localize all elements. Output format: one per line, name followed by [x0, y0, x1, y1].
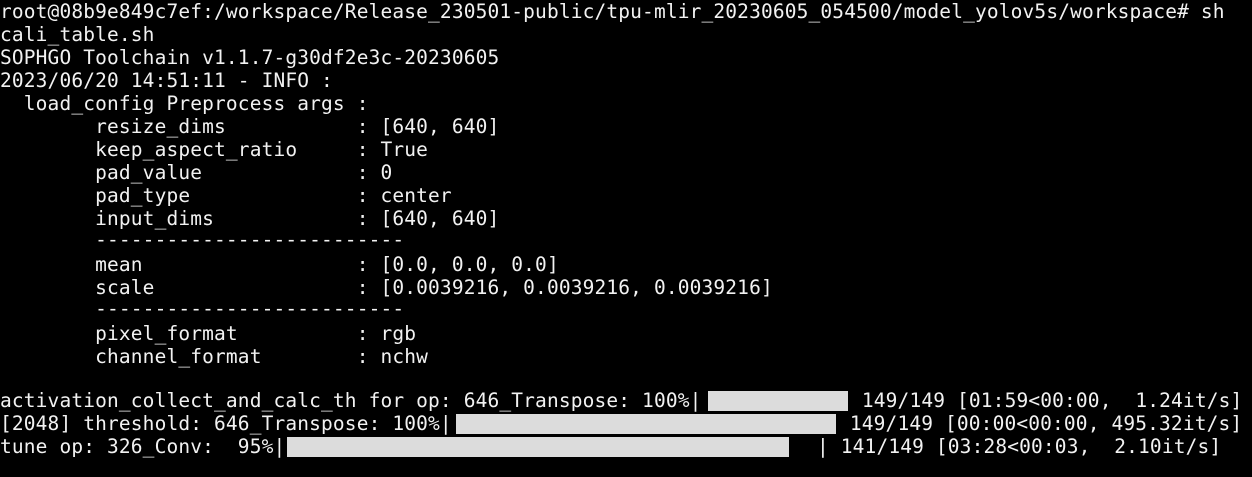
progress-label: activation_collect_and_calc_th for op: 6…: [0, 389, 702, 412]
progress-line: tune op: 326_Conv: 95%|: [0, 435, 285, 458]
arg-value: 0: [380, 161, 393, 184]
progress-count: 149/149: [850, 389, 946, 412]
separator-line: --------------------------: [0, 297, 405, 320]
arg-line-input-dims: input_dims : [640, 640]: [0, 207, 499, 230]
arg-key: keep_aspect_ratio :: [0, 138, 381, 161]
progress-bar-fill: [287, 437, 789, 457]
arg-line-pad-type: pad_type : center: [0, 184, 452, 207]
prompt-line: root@08b9e849c7ef:/workspace/Release_230…: [0, 0, 1225, 23]
command-continuation: cali_table.sh: [0, 23, 155, 46]
toolchain-version: SOPHGO Toolchain v1.1.7-g30df2e3c-202306…: [0, 46, 500, 69]
arg-key: channel_format :: [0, 345, 381, 368]
arg-line-pad-value: pad_value : 0: [0, 161, 392, 184]
arg-key: scale :: [0, 276, 381, 299]
arg-line-keep-aspect-ratio: keep_aspect_ratio : True: [0, 138, 428, 161]
arg-key: input_dims :: [0, 207, 381, 230]
arg-line-mean: mean : [0.0, 0.0, 0.0]: [0, 253, 559, 276]
arg-value: [640, 640]: [380, 115, 500, 138]
progress-timing: [03:28<00:03, 2.10it/s]: [924, 435, 1222, 458]
progress-line: activation_collect_and_calc_th for op: 6…: [0, 389, 702, 412]
progress-stats: | 141/149 [03:28<00:03, 2.10it/s]: [817, 435, 1221, 458]
arg-key: mean :: [0, 253, 381, 276]
arg-line-resize-dims: resize_dims : [640, 640]: [0, 115, 499, 138]
log-header: 2023/06/20 14:51:11 - INFO :: [0, 69, 333, 92]
progress-timing: [01:59<00:00, 1.24it/s]: [945, 389, 1243, 412]
arg-key: pad_type :: [0, 184, 381, 207]
arg-value: rgb: [380, 322, 417, 345]
arg-line-pixel-format: pixel_format : rgb: [0, 322, 416, 345]
arg-value: [0.0, 0.0, 0.0]: [380, 253, 559, 276]
arg-key: pixel_format :: [0, 322, 381, 345]
arg-line-channel-format: channel_format : nchw: [0, 345, 428, 368]
arg-value: [640, 640]: [380, 207, 500, 230]
progress-count: | 141/149: [817, 435, 925, 458]
progress-bar-fill: [456, 414, 836, 434]
separator-line: --------------------------: [0, 228, 405, 251]
progress-label: [2048] threshold: 646_Transpose: 100%|: [0, 412, 452, 435]
terminal-window[interactable]: root@08b9e849c7ef:/workspace/Release_230…: [0, 0, 1252, 477]
progress-timing: [00:00<00:00, 495.32it/s]: [933, 412, 1243, 435]
arg-value: center: [380, 184, 452, 207]
progress-stats: 149/149 [01:59<00:00, 1.24it/s]: [850, 389, 1242, 412]
config-title: load_config Preprocess args :: [0, 92, 369, 115]
arg-value: [0.0039216, 0.0039216, 0.0039216]: [380, 276, 773, 299]
arg-key: resize_dims :: [0, 115, 381, 138]
arg-line-scale: scale : [0.0039216, 0.0039216, 0.0039216…: [0, 276, 773, 299]
arg-value: nchw: [380, 345, 429, 368]
progress-count: 149/149: [838, 412, 934, 435]
progress-stats: 149/149 [00:00<00:00, 495.32it/s]: [838, 412, 1242, 435]
arg-value: True: [380, 138, 429, 161]
arg-key: pad_value :: [0, 161, 381, 184]
progress-label: tune op: 326_Conv: 95%|: [0, 435, 286, 458]
progress-bar-fill: [708, 391, 848, 411]
progress-line: [2048] threshold: 646_Transpose: 100%|: [0, 412, 452, 435]
